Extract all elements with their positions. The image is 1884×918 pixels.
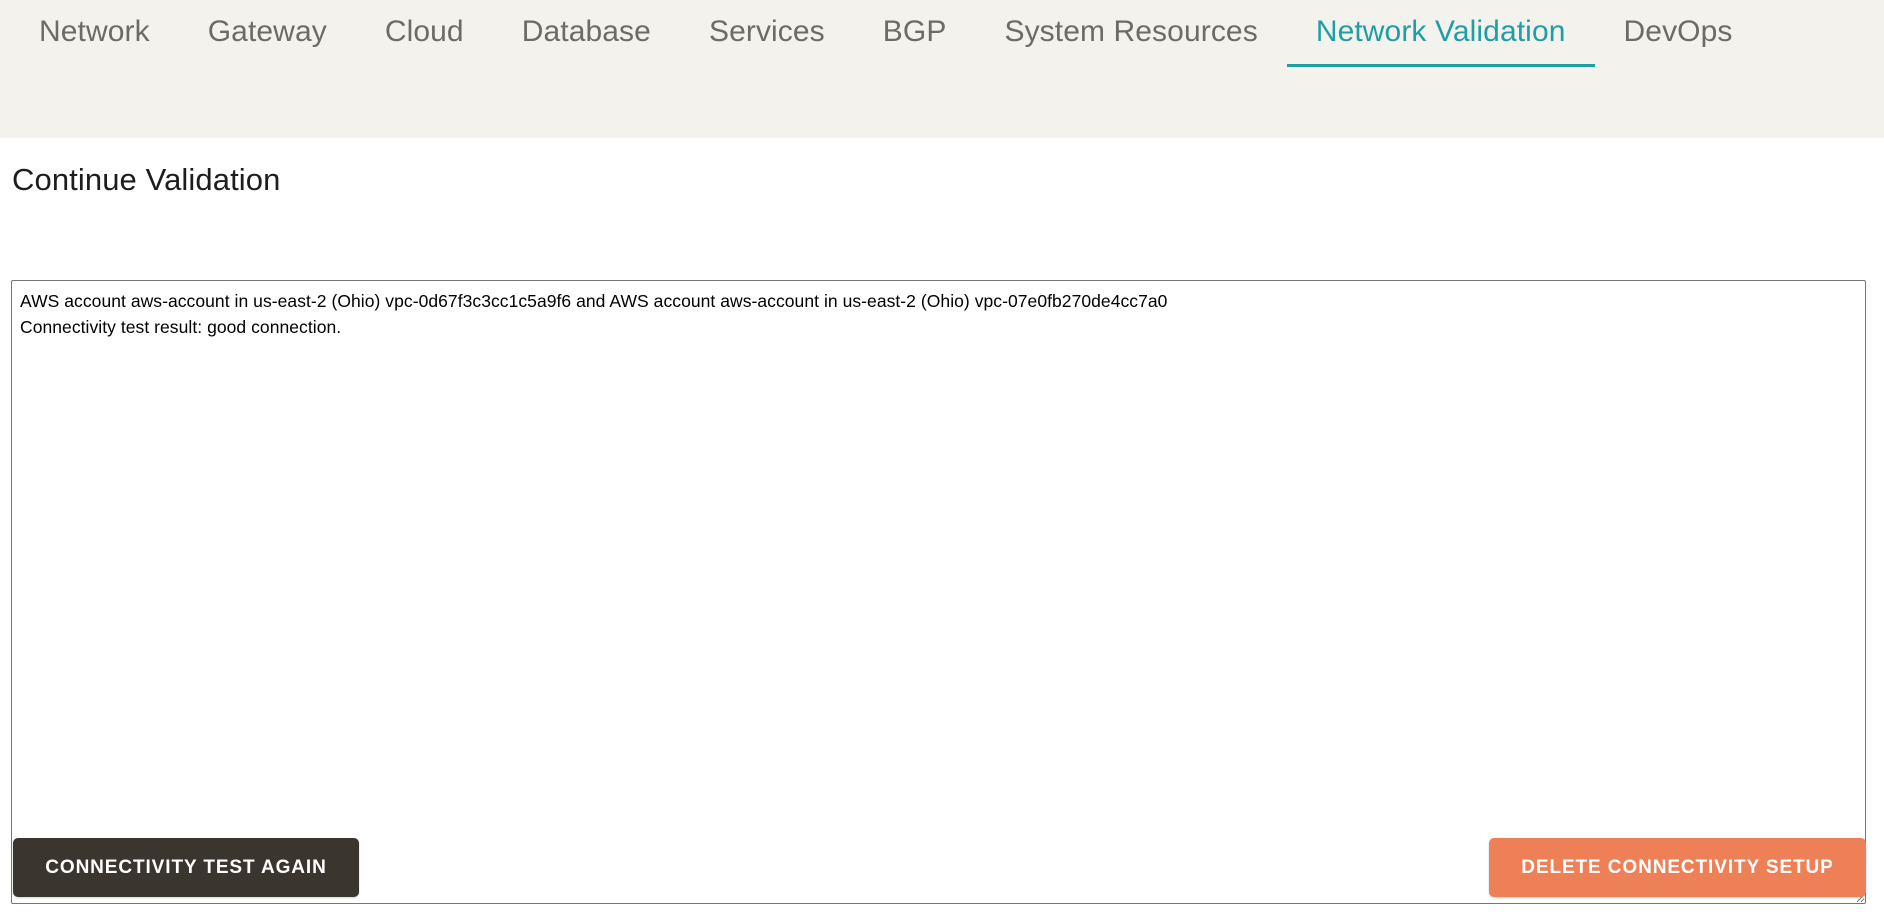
tab-cloud[interactable]: Cloud [356,7,493,67]
tab-bgp[interactable]: BGP [854,7,976,67]
tab-system-resources[interactable]: System Resources [975,7,1286,67]
tab-database[interactable]: Database [493,7,680,67]
tab-network-validation[interactable]: Network Validation [1286,7,1595,67]
connectivity-test-again-button[interactable]: CONNECTIVITY TEST AGAIN [13,838,359,897]
main-content: Continue Validation CONNECTIVITY TEST AG… [0,138,1884,918]
tab-gateway[interactable]: Gateway [179,7,356,67]
nav-tab-list: Network Gateway Cloud Database Services … [0,0,1762,70]
footer-button-row: CONNECTIVITY TEST AGAIN DELETE CONNECTIV… [0,838,1884,918]
tab-services[interactable]: Services [680,7,854,67]
tab-devops[interactable]: DevOps [1595,7,1762,67]
top-navigation-bar: Network Gateway Cloud Database Services … [0,0,1884,138]
tab-network[interactable]: Network [10,7,179,67]
validation-output-textarea[interactable] [11,280,1866,904]
page-title: Continue Validation [12,162,281,197]
delete-connectivity-setup-button[interactable]: DELETE CONNECTIVITY SETUP [1489,838,1866,897]
